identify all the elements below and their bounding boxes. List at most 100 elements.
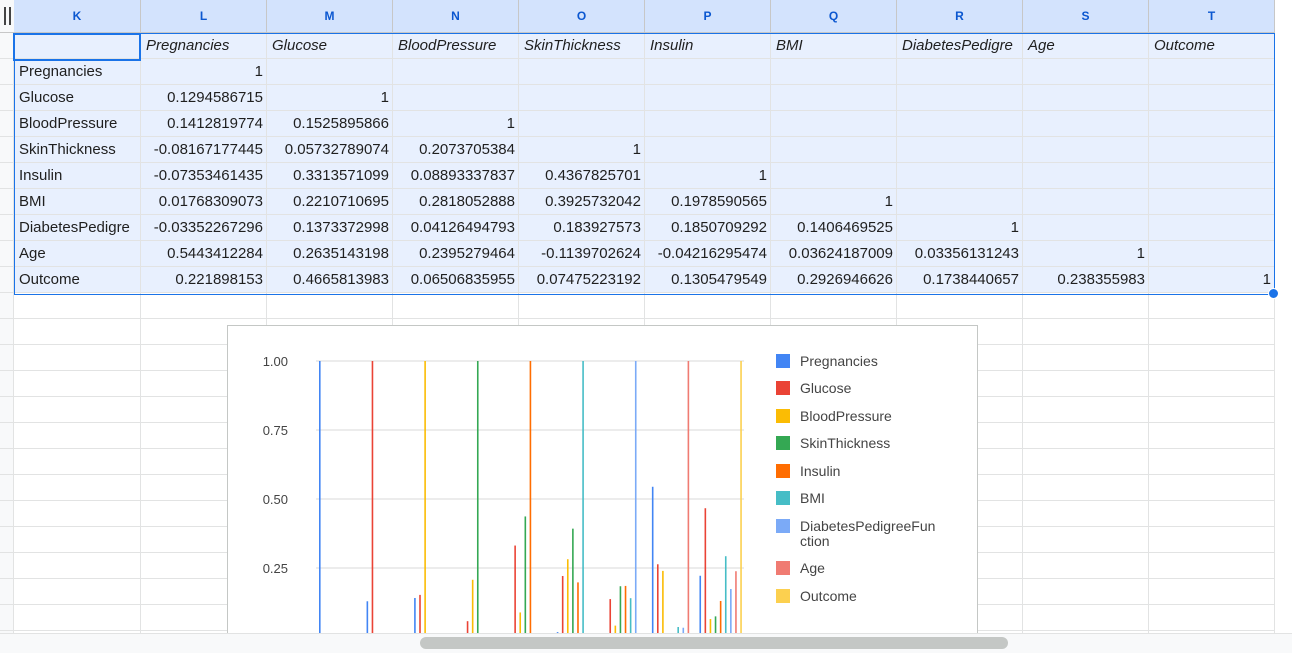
row-label-cell[interactable]: DiabetesPedigre	[14, 215, 141, 241]
empty-cell[interactable]	[14, 475, 141, 501]
bar-bmi-8[interactable]	[724, 556, 727, 637]
bar-bmi-6[interactable]	[629, 598, 632, 637]
value-cell[interactable]	[1149, 163, 1275, 189]
value-cell[interactable]: Insulin	[645, 33, 771, 59]
value-cell[interactable]	[519, 111, 645, 137]
empty-cell[interactable]	[771, 293, 897, 319]
value-cell[interactable]: 0.5443412284	[141, 241, 267, 267]
row-header[interactable]	[0, 293, 14, 319]
value-cell[interactable]: 1	[141, 59, 267, 85]
bar-diabetespedigreefunction-6[interactable]	[634, 361, 637, 637]
row-header[interactable]	[0, 553, 14, 579]
value-cell[interactable]: 1	[771, 189, 897, 215]
value-cell[interactable]	[771, 85, 897, 111]
empty-cell[interactable]	[1149, 527, 1275, 553]
empty-cell[interactable]	[14, 501, 141, 527]
row-label-cell[interactable]: Pregnancies	[14, 59, 141, 85]
row-header[interactable]	[0, 423, 14, 449]
value-cell[interactable]: 0.1373372998	[267, 215, 393, 241]
row-header[interactable]	[0, 579, 14, 605]
value-cell[interactable]: 0.08893337837	[393, 163, 519, 189]
row-header[interactable]	[0, 111, 14, 137]
row-header[interactable]	[0, 137, 14, 163]
value-cell[interactable]	[1023, 163, 1149, 189]
value-cell[interactable]	[519, 85, 645, 111]
value-cell[interactable]: 0.1406469525	[771, 215, 897, 241]
value-cell[interactable]: 0.03356131243	[897, 241, 1023, 267]
bar-insulin-5[interactable]	[577, 582, 579, 637]
row-header[interactable]	[0, 527, 14, 553]
value-cell[interactable]	[1023, 137, 1149, 163]
value-cell[interactable]: 0.4665813983	[267, 267, 393, 293]
value-cell[interactable]: 0.05732789074	[267, 137, 393, 163]
value-cell[interactable]: Age	[1023, 33, 1149, 59]
row-label-cell[interactable]: Insulin	[14, 163, 141, 189]
value-cell[interactable]: -0.07353461435	[141, 163, 267, 189]
value-cell[interactable]: 1	[393, 111, 519, 137]
row-header[interactable]	[0, 475, 14, 501]
empty-cell[interactable]	[1149, 553, 1275, 579]
empty-cell[interactable]	[14, 423, 141, 449]
column-header-q[interactable]: Q	[771, 0, 897, 33]
empty-cell[interactable]	[1149, 423, 1275, 449]
bar-bmi-5[interactable]	[582, 361, 584, 637]
empty-cell[interactable]	[14, 345, 141, 371]
empty-cell[interactable]	[14, 553, 141, 579]
empty-cell[interactable]	[519, 293, 645, 319]
empty-cell[interactable]	[1149, 501, 1275, 527]
row-label-cell[interactable]	[14, 33, 141, 59]
empty-cell[interactable]	[645, 293, 771, 319]
row-label-cell[interactable]: Outcome	[14, 267, 141, 293]
value-cell[interactable]: 1	[1149, 267, 1275, 293]
value-cell[interactable]	[897, 137, 1023, 163]
row-header[interactable]	[0, 371, 14, 397]
column-header-r[interactable]: R	[897, 0, 1023, 33]
empty-cell[interactable]	[1023, 527, 1149, 553]
value-cell[interactable]: 0.1738440657	[897, 267, 1023, 293]
value-cell[interactable]: 0.3313571099	[267, 163, 393, 189]
value-cell[interactable]	[897, 59, 1023, 85]
bar-skinthickness-5[interactable]	[572, 528, 574, 637]
column-header-l[interactable]: L	[141, 0, 267, 33]
value-cell[interactable]	[771, 59, 897, 85]
value-cell[interactable]	[267, 59, 393, 85]
row-header[interactable]	[0, 345, 14, 371]
value-cell[interactable]	[645, 85, 771, 111]
column-header-o[interactable]: O	[519, 0, 645, 33]
column-header-n[interactable]: N	[393, 0, 519, 33]
empty-cell[interactable]	[1149, 345, 1275, 371]
bar-bloodpressure-5[interactable]	[566, 559, 569, 637]
empty-cell[interactable]	[1149, 449, 1275, 475]
value-cell[interactable]	[645, 137, 771, 163]
value-cell[interactable]	[897, 111, 1023, 137]
empty-cell[interactable]	[141, 293, 267, 319]
value-cell[interactable]: -0.03352267296	[141, 215, 267, 241]
value-cell[interactable]	[1149, 189, 1275, 215]
value-cell[interactable]	[1149, 241, 1275, 267]
empty-cell[interactable]	[1023, 397, 1149, 423]
value-cell[interactable]: 0.1978590565	[645, 189, 771, 215]
value-cell[interactable]	[393, 59, 519, 85]
empty-cell[interactable]	[1023, 345, 1149, 371]
value-cell[interactable]	[1023, 59, 1149, 85]
value-cell[interactable]: 0.04126494793	[393, 215, 519, 241]
value-cell[interactable]: 0.2635143198	[267, 241, 393, 267]
row-header[interactable]	[0, 241, 14, 267]
value-cell[interactable]: 0.2210710695	[267, 189, 393, 215]
empty-cell[interactable]	[1023, 423, 1149, 449]
value-cell[interactable]: -0.1139702624	[519, 241, 645, 267]
select-all-corner[interactable]	[0, 0, 15, 33]
row-header[interactable]	[0, 449, 14, 475]
value-cell[interactable]: 1	[519, 137, 645, 163]
value-cell[interactable]: 0.238355983	[1023, 267, 1149, 293]
empty-cell[interactable]	[1149, 397, 1275, 423]
value-cell[interactable]: 0.1412819774	[141, 111, 267, 137]
bar-pregnancies-1[interactable]	[366, 601, 369, 637]
bar-glucose-8[interactable]	[704, 508, 707, 637]
fill-handle[interactable]	[1268, 288, 1279, 299]
value-cell[interactable]: 1	[897, 215, 1023, 241]
empty-cell[interactable]	[14, 319, 141, 345]
empty-cell[interactable]	[14, 579, 141, 605]
row-header[interactable]	[0, 215, 14, 241]
value-cell[interactable]	[1023, 189, 1149, 215]
